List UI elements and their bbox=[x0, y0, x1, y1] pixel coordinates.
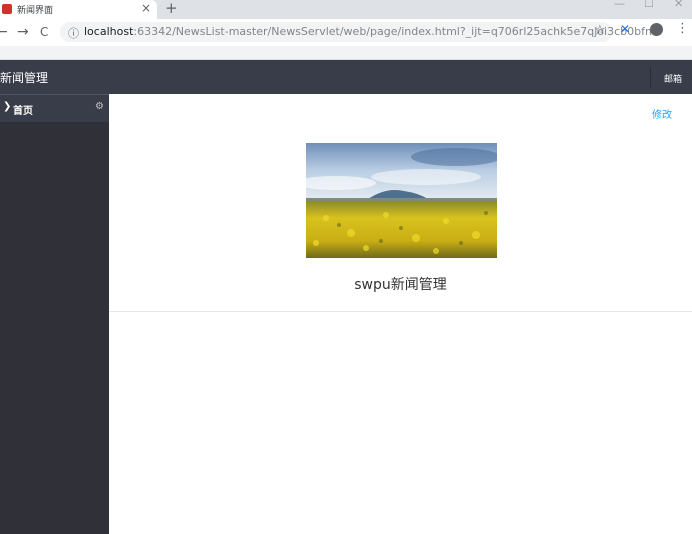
landscape-photo bbox=[306, 143, 497, 258]
maximize-button[interactable]: ☐ bbox=[644, 0, 654, 10]
mail-link[interactable]: 邮箱 bbox=[664, 72, 682, 85]
new-tab-button[interactable]: + bbox=[165, 0, 178, 17]
favicon-icon bbox=[2, 4, 12, 14]
bookmark-star-icon[interactable]: ☆ bbox=[594, 23, 606, 38]
sidebar-item-home[interactable]: ❯ 首页 ⚙ bbox=[0, 94, 109, 122]
banner-image bbox=[306, 143, 497, 258]
banner-caption: swpu新闻管理 bbox=[354, 277, 447, 293]
header-divider bbox=[650, 67, 651, 87]
back-button[interactable]: ← bbox=[0, 24, 8, 40]
browser-menu-icon[interactable]: ⋮ bbox=[676, 21, 689, 36]
sidebar: ❯ 首页 ⚙ bbox=[0, 94, 109, 534]
browser-toolbar: ← → C ⓘ localhost:63342/NewsList-master/… bbox=[0, 19, 692, 46]
extension-icon[interactable]: ✕ bbox=[620, 22, 630, 36]
app-header: 新闻管理 邮箱 bbox=[0, 60, 692, 94]
bookmarks-bar bbox=[0, 46, 692, 60]
browser-tab[interactable]: 新闻界面 × bbox=[0, 0, 157, 19]
reload-button[interactable]: C bbox=[40, 25, 48, 39]
edit-link[interactable]: 修改 bbox=[652, 106, 672, 121]
tab-title: 新闻界面 bbox=[17, 6, 54, 16]
url-text: localhost:63342/NewsList-master/NewsServ… bbox=[84, 25, 656, 38]
browser-tab-bar: 新闻界面 × + — ☐ ✕ bbox=[0, 0, 692, 19]
close-window-button[interactable]: ✕ bbox=[674, 0, 683, 10]
chevron-right-icon: ❯ bbox=[3, 101, 12, 112]
profile-icon[interactable] bbox=[650, 23, 663, 36]
main-content: 修改 swpu新闻管理 bbox=[109, 94, 692, 534]
info-icon[interactable]: ⓘ bbox=[68, 25, 79, 41]
url-host: localhost bbox=[84, 25, 134, 38]
address-bar[interactable]: ⓘ localhost:63342/NewsList-master/NewsSe… bbox=[60, 22, 656, 42]
forward-button[interactable]: → bbox=[17, 24, 29, 40]
gear-icon[interactable]: ⚙ bbox=[95, 101, 104, 112]
sidebar-item-label: 首页 bbox=[13, 106, 33, 117]
tab-close-icon[interactable]: × bbox=[141, 1, 151, 15]
url-path: :63342/NewsList-master/NewsServlet/web/p… bbox=[133, 25, 656, 38]
minimize-button[interactable]: — bbox=[614, 0, 625, 10]
content-divider bbox=[109, 311, 692, 312]
app-title: 新闻管理 bbox=[0, 71, 49, 85]
